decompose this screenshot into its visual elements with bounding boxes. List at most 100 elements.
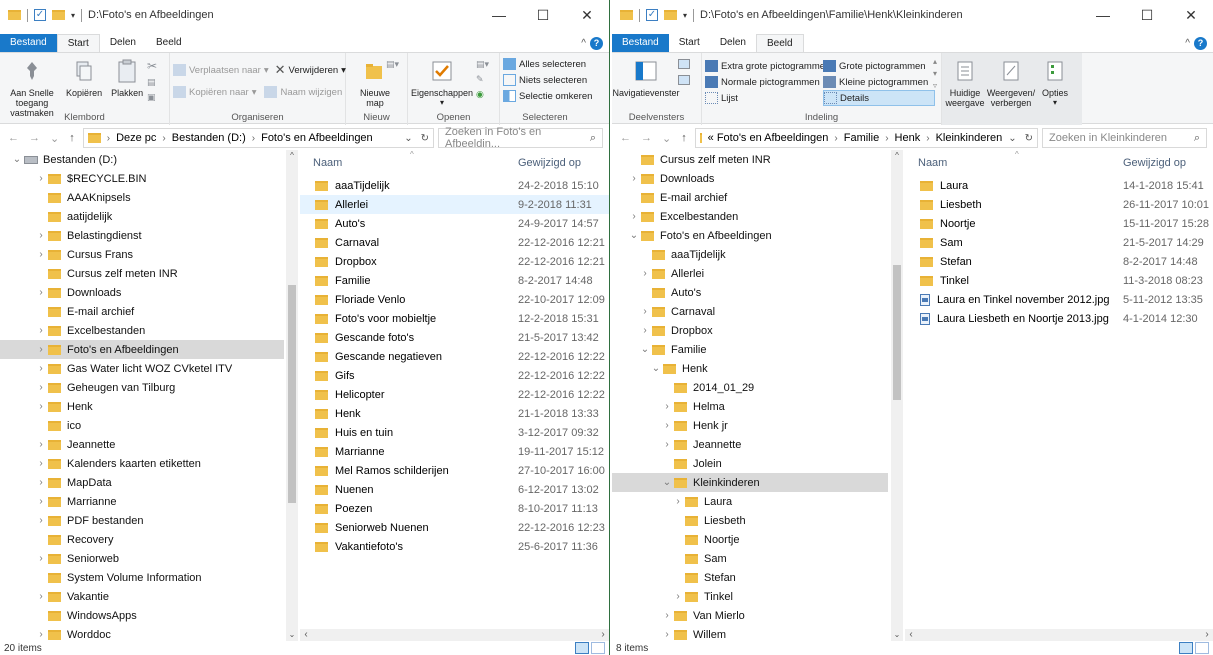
new-item-icon[interactable]: ▤▾ — [386, 59, 399, 70]
tree-item[interactable]: › Kalenders kaarten etiketten — [0, 454, 284, 473]
cut-icon[interactable]: ✂ — [147, 59, 157, 73]
list-option[interactable]: Lijst — [705, 90, 823, 106]
close-button[interactable]: ✕ — [565, 0, 609, 30]
recent-dropdown-icon[interactable]: ⌄ — [50, 132, 59, 145]
chevron-right-icon[interactable]: › — [34, 249, 48, 260]
breadcrumb-item[interactable]: Foto's en Afbeeldingen — [261, 132, 373, 144]
forward-icon[interactable]: → — [29, 132, 40, 145]
up-icon[interactable]: ↑ — [681, 132, 687, 145]
search-input[interactable]: Zoeken in Foto's en Afbeeldin... ⌕ — [438, 126, 603, 150]
new-folder-icon[interactable] — [664, 10, 677, 20]
copy-button[interactable]: Kopiëren — [64, 56, 104, 98]
list-item[interactable]: Dropbox 22-12-2016 12:21 — [300, 252, 609, 271]
collapse-ribbon-icon[interactable]: ^ — [1185, 38, 1190, 49]
tree-item[interactable]: WindowsApps — [0, 606, 284, 625]
scroll-right-icon[interactable]: › — [597, 629, 609, 641]
list-item[interactable]: Floriade Venlo 22-10-2017 12:09 — [300, 290, 609, 309]
maximize-button[interactable]: ☐ — [521, 0, 565, 30]
recent-dropdown-icon[interactable]: ⌄ — [662, 132, 671, 145]
chevron-right-icon[interactable]: › — [34, 401, 48, 412]
tree-item[interactable]: › Geheugen van Tilburg — [0, 378, 284, 397]
customize-dropdown-icon[interactable]: ▾ — [71, 11, 75, 20]
tree-item[interactable]: › Worddoc — [0, 625, 284, 641]
tree-item[interactable]: › Downloads — [0, 283, 284, 302]
tree-item[interactable]: ⌄ Bestanden (D:) — [0, 150, 284, 169]
tree-item[interactable]: ⌄ Familie — [612, 340, 888, 359]
chevron-right-icon[interactable]: › — [660, 610, 674, 621]
scroll-up-icon[interactable]: ^ — [891, 150, 903, 162]
tree-item[interactable]: Cursus zelf meten INR — [612, 150, 888, 169]
extra-large-icons-option[interactable]: Extra grote pictogrammen — [705, 58, 830, 74]
horizontal-scrollbar[interactable]: ‹ › — [905, 629, 1213, 641]
tree-item[interactable]: › Allerlei — [612, 264, 888, 283]
chevron-right-icon[interactable]: › — [660, 439, 674, 450]
list-item[interactable]: aaaTijdelijk 24-2-2018 15:10 — [300, 176, 609, 195]
scroll-thumb[interactable] — [288, 285, 296, 503]
list-item[interactable]: Sam 21-5-2017 14:29 — [905, 233, 1213, 252]
list-item[interactable]: Carnaval 22-12-2016 12:21 — [300, 233, 609, 252]
large-icons-view-icon[interactable] — [591, 642, 605, 654]
list-item[interactable]: Nuenen 6-12-2017 13:02 — [300, 480, 609, 499]
list-item[interactable]: Mel Ramos schilderijen 27-10-2017 16:00 — [300, 461, 609, 480]
scroll-left-icon[interactable]: ‹ — [905, 629, 917, 641]
list-item[interactable]: Foto's voor mobieltje 12-2-2018 15:31 — [300, 309, 609, 328]
chevron-down-icon[interactable]: ⌄ — [1008, 133, 1016, 144]
large-icons-view-icon[interactable] — [1195, 642, 1209, 654]
chevron-right-icon[interactable]: › — [34, 439, 48, 450]
forward-icon[interactable]: → — [641, 132, 652, 145]
tree-item[interactable]: E-mail archief — [612, 188, 888, 207]
select-none-button[interactable]: Niets selecteren — [503, 72, 587, 88]
options-button[interactable]: Opties ▾ — [1037, 56, 1073, 125]
list-item[interactable]: Allerlei 9-2-2018 11:31 — [300, 195, 609, 214]
list-item[interactable]: Gifs 22-12-2016 12:22 — [300, 366, 609, 385]
chevron-right-icon[interactable]: › — [34, 173, 48, 184]
chevron-down-icon[interactable]: ⌄ — [649, 363, 663, 374]
tree-item[interactable]: Cursus zelf meten INR — [0, 264, 284, 283]
tree-item[interactable]: › $RECYCLE.BIN — [0, 169, 284, 188]
chevron-right-icon[interactable]: › — [638, 306, 652, 317]
tree-item[interactable]: Sam — [612, 549, 888, 568]
chevron-right-icon[interactable]: › — [34, 477, 48, 488]
layout-scroll-down-icon[interactable]: ▾ — [933, 69, 937, 78]
tree-item[interactable]: › MapData — [0, 473, 284, 492]
chevron-right-icon[interactable]: › — [34, 287, 48, 298]
pin-quick-access-button[interactable]: Aan Snelle toegang vastmaken — [3, 56, 61, 118]
tree-item[interactable]: aatijdelijk — [0, 207, 284, 226]
delete-button[interactable]: ✕ Verwijderen ▾ — [275, 62, 346, 78]
tree-item[interactable]: › Henk jr — [612, 416, 888, 435]
chevron-down-icon[interactable]: ⌄ — [638, 344, 652, 355]
scroll-right-icon[interactable]: › — [1201, 629, 1213, 641]
list-item[interactable]: Henk 21-1-2018 13:33 — [300, 404, 609, 423]
column-name[interactable]: Naam — [918, 157, 947, 169]
list-item[interactable]: Vakantiefoto's 25-6-2017 11:36 — [300, 537, 609, 556]
search-input[interactable]: Zoeken in Kleinkinderen ⌕ — [1042, 128, 1207, 148]
tree-item[interactable]: ⌄ Foto's en Afbeeldingen — [612, 226, 888, 245]
tree-item[interactable]: Auto's — [612, 283, 888, 302]
chevron-right-icon[interactable]: › — [638, 268, 652, 279]
minimize-button[interactable]: — — [1081, 0, 1125, 30]
chevron-right-icon[interactable]: › — [34, 496, 48, 507]
list-item[interactable]: Stefan 8-2-2017 14:48 — [905, 252, 1213, 271]
chevron-right-icon[interactable]: › — [34, 458, 48, 469]
details-option[interactable]: Details — [823, 90, 935, 106]
list-item[interactable]: Poezen 8-10-2017 11:13 — [300, 499, 609, 518]
tree-item[interactable]: E-mail archief — [0, 302, 284, 321]
list-item[interactable]: Seniorweb Nuenen 22-12-2016 12:23 — [300, 518, 609, 537]
breadcrumb-item[interactable]: Familie — [844, 132, 879, 144]
tab-view[interactable]: Beeld — [146, 34, 192, 52]
invert-selection-button[interactable]: Selectie omkeren — [503, 88, 592, 104]
tree-item[interactable]: 2014_01_29 — [612, 378, 888, 397]
chevron-down-icon[interactable]: ⌄ — [10, 154, 24, 165]
collapse-ribbon-icon[interactable]: ^ — [581, 38, 586, 49]
rename-button[interactable]: Naam wijzigen — [264, 84, 342, 100]
tree-item[interactable]: › Carnaval — [612, 302, 888, 321]
chevron-down-icon[interactable]: ⌄ — [404, 133, 412, 144]
show-hide-button[interactable]: Weergeven/ verbergen — [987, 56, 1035, 125]
preview-pane-icon[interactable] — [678, 59, 690, 69]
refresh-icon[interactable]: ↻ — [421, 133, 429, 144]
select-all-button[interactable]: Alles selecteren — [503, 56, 587, 72]
paste-shortcut-icon[interactable]: ▣ — [147, 92, 157, 103]
refresh-icon[interactable]: ↻ — [1025, 133, 1033, 144]
open-icon[interactable]: ▤▾ — [476, 59, 489, 70]
list-item[interactable]: Tinkel 11-3-2018 08:23 — [905, 271, 1213, 290]
